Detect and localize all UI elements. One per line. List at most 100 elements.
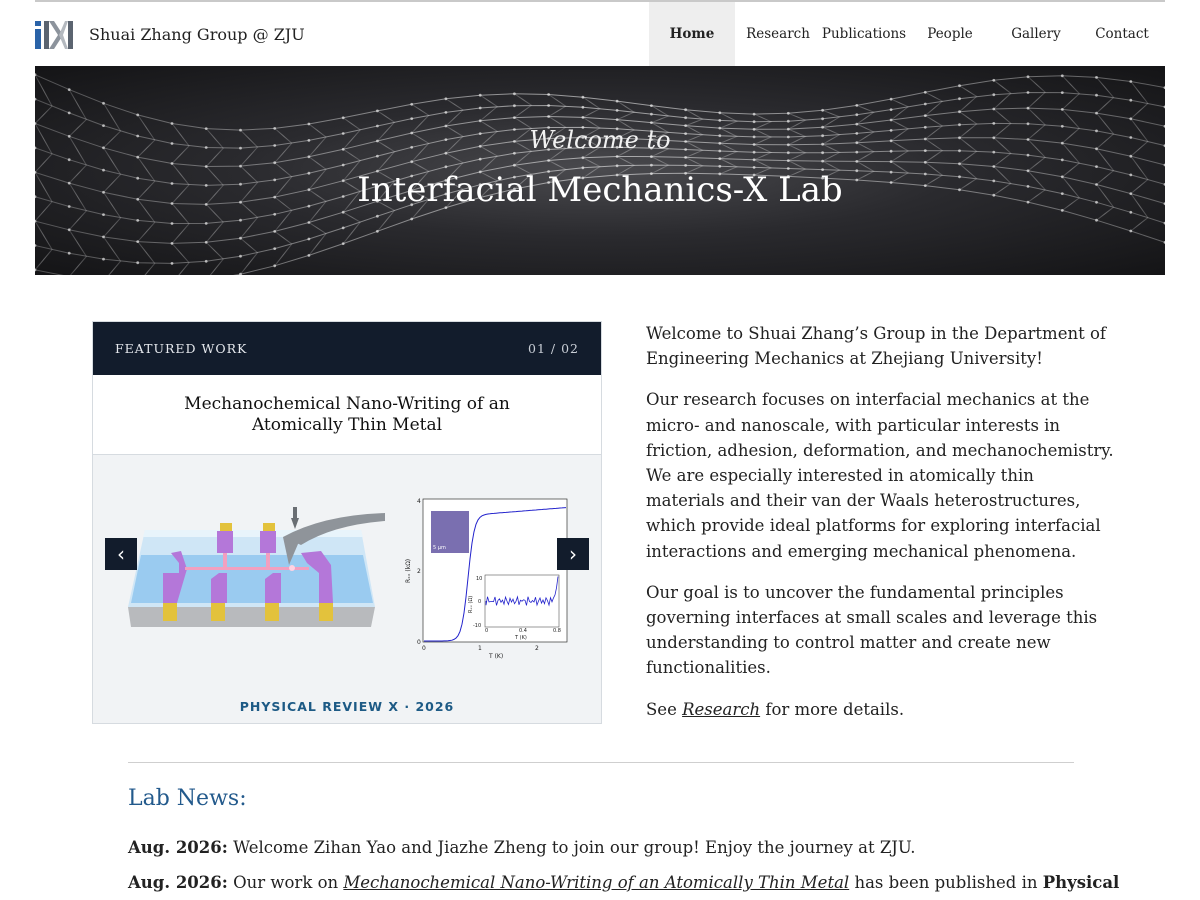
mesh-node: [1163, 163, 1165, 167]
x-tick-0: 0: [422, 645, 426, 652]
y-axis-label: Rₓₓ (kΩ): [405, 559, 412, 583]
mesh-node: [136, 261, 140, 265]
featured-title[interactable]: Mechanochemical Nano-Writing of an Atomi…: [153, 394, 541, 436]
mesh-node: [1163, 86, 1165, 89]
mesh-node: [239, 218, 242, 222]
mesh-node: [1060, 158, 1064, 162]
mesh-node: [341, 116, 345, 120]
mesh-node: [855, 104, 859, 107]
mesh-node: [923, 114, 927, 117]
featured-kicker: FEATURED WORK: [115, 341, 248, 356]
research-link[interactable]: Research: [682, 700, 760, 719]
mesh-node: [650, 163, 653, 167]
inset-x-tick-0: 0: [485, 628, 488, 634]
featured-figure[interactable]: 0 2 4 0 1 2 T (K) Rₓₓ (kΩ) 5 μm 0 0.4 0.…: [93, 455, 601, 687]
mesh-node: [1095, 165, 1098, 168]
mesh-node: [752, 120, 756, 124]
featured-title-box: Mechanochemical Nano-Writing of an Atomi…: [93, 375, 601, 455]
mesh-node: [958, 84, 961, 88]
intro-paragraph-2: Our research focuses on interfacial mech…: [646, 390, 1114, 561]
y-tick-1: 2: [417, 568, 421, 575]
mesh-node: [992, 78, 996, 82]
device-illustration: [128, 507, 385, 627]
mesh-node: [170, 242, 174, 245]
mesh-node: [102, 235, 105, 239]
mesh-node: [752, 158, 756, 162]
mesh-node: [615, 99, 619, 103]
nav-research[interactable]: Research: [735, 2, 821, 66]
mesh-node: [992, 165, 996, 168]
brand[interactable]: Shuai Zhang Group @ ZJU: [35, 17, 305, 51]
see-prefix: See: [646, 699, 677, 719]
mesh-node: [547, 93, 550, 96]
nav-gallery[interactable]: Gallery: [993, 2, 1079, 66]
mesh-node: [821, 159, 824, 163]
carousel-prev-button[interactable]: ‹: [105, 538, 137, 570]
mesh-node: [273, 212, 277, 216]
mesh-node: [855, 113, 859, 117]
mesh-node: [307, 155, 311, 159]
mesh-node: [1026, 122, 1030, 126]
mesh-node: [444, 97, 448, 101]
nav-people[interactable]: People: [907, 2, 993, 66]
mesh-node: [478, 119, 482, 123]
mesh-node: [136, 219, 140, 222]
mesh-node: [581, 95, 585, 99]
mesh-node: [273, 161, 277, 165]
mesh-node: [1163, 105, 1165, 109]
inset-x-tick-2: 0.8: [553, 628, 561, 634]
mesh-node: [889, 97, 893, 101]
nav-publications[interactable]: Publications: [821, 2, 907, 66]
nav-home[interactable]: Home: [649, 2, 735, 66]
intro-text: Welcome to Shuai Zhang’s Group in the De…: [646, 321, 1116, 738]
mesh-node: [136, 113, 140, 117]
mesh-node: [1095, 76, 1098, 79]
mesh-node: [786, 159, 790, 162]
mesh-node: [1129, 80, 1133, 83]
inset-y-axis-label: Rₓₓ (Ω): [468, 596, 474, 613]
mesh-node: [581, 116, 585, 119]
mesh-node: [307, 221, 311, 224]
mesh-node: [923, 90, 927, 94]
mesh-node: [444, 165, 448, 169]
y-tick-0: 0: [417, 639, 421, 646]
mesh-node: [958, 162, 961, 166]
carousel-next-button[interactable]: ›: [557, 538, 589, 570]
see-suffix: for more details.: [765, 699, 905, 719]
mesh-node: [752, 112, 756, 116]
featured-header: FEATURED WORK 01 / 02: [93, 322, 601, 375]
y-tick-2: 4: [417, 498, 421, 505]
mesh-node: [102, 101, 105, 105]
news-text-prefix: Our work on: [233, 873, 339, 892]
intro-paragraph-1: Welcome to Shuai Zhang’s Group in the De…: [646, 324, 1107, 369]
hero-subtitle: Welcome to: [529, 126, 671, 154]
news-item: Aug. 2026: Welcome Zihan Yao and Jiazhe …: [128, 836, 1088, 860]
mesh-node: [204, 240, 208, 244]
mesh-node: [239, 164, 242, 168]
mesh-node: [992, 122, 996, 125]
featured-journal: PHYSICAL REVIEW X · 2026: [239, 699, 455, 714]
mesh-node: [992, 93, 996, 97]
news-paper-link[interactable]: Mechanochemical Nano-Writing of an Atomi…: [343, 873, 849, 892]
news-date: Aug. 2026:: [128, 873, 228, 892]
mesh-node: [786, 111, 790, 115]
mesh-node: [513, 92, 516, 96]
news-text: Welcome Zihan Yao and Jiazhe Zheng to jo…: [233, 838, 916, 857]
mesh-node: [307, 122, 311, 126]
mesh-node: [204, 259, 208, 263]
mesh-node: [1095, 93, 1098, 97]
inset-x-tick-1: 0.4: [519, 628, 527, 634]
mesh-node: [615, 109, 619, 112]
mesh-node: [478, 93, 482, 97]
mesh-node: [1060, 74, 1064, 78]
mesh-node: [547, 104, 550, 107]
mesh-node: [581, 166, 585, 170]
mesh-node: [444, 111, 448, 114]
intro-paragraph-3: Our goal is to uncover the fundamental p…: [646, 582, 1098, 678]
lab-logo-icon: [35, 21, 73, 49]
mesh-node: [273, 264, 277, 268]
mesh-node: [889, 160, 893, 163]
mesh-node: [204, 165, 208, 168]
nav-contact[interactable]: Contact: [1079, 2, 1165, 66]
mesh-node: [1026, 75, 1030, 79]
